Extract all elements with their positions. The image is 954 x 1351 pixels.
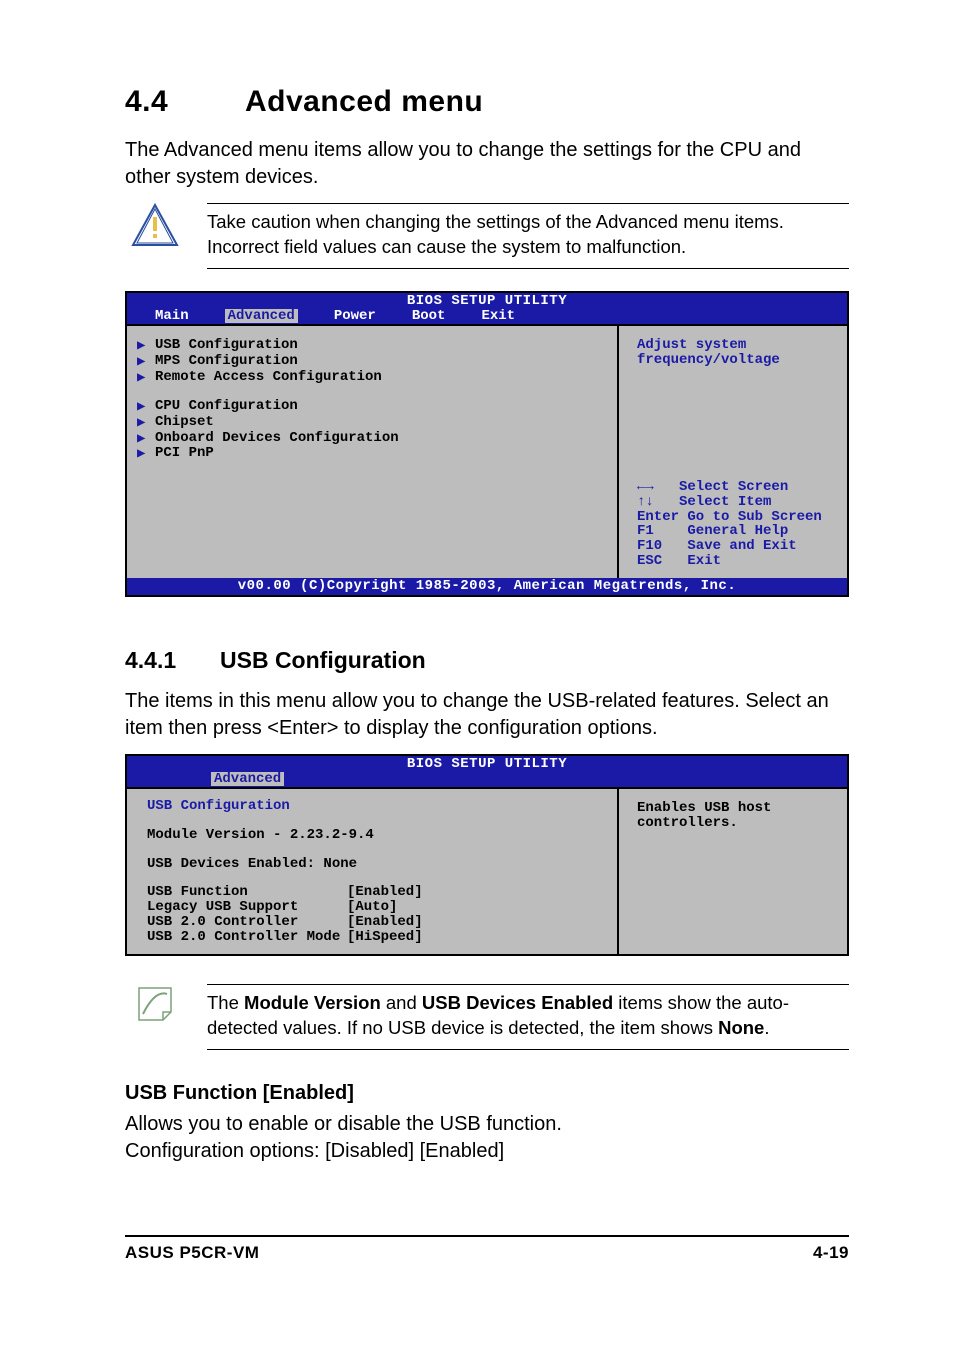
bios-help-pane: Adjust system frequency/voltage ←→ Selec… [617,324,847,578]
option-description: Allows you to enable or disable the USB … [125,1111,849,1138]
footer-page-number: 4-19 [813,1243,849,1263]
bios-setting-usb-function[interactable]: USB Function[Enabled] [147,885,607,900]
subsection-title: USB Configuration [220,647,426,673]
bios-help-text: Enables USB host controllers. [637,801,837,830]
bios-copyright: v00.00 (C)Copyright 1985-2003, American … [127,578,847,595]
footer-product: ASUS P5CR-VM [125,1243,259,1263]
key-enter: Enter Go to Sub Screen [637,510,837,525]
bios-settings-pane: USB Configuration Module Version - 2.23.… [127,787,617,954]
bios-tab-exit[interactable]: Exit [481,309,515,324]
subsection-intro: The items in this menu allow you to chan… [125,688,849,742]
bios-setting-usb20-controller-mode[interactable]: USB 2.0 Controller Mode[HiSpeed] [147,930,607,945]
submenu-arrow-icon: ▶ [137,371,145,386]
bios-setting-legacy-usb-support[interactable]: Legacy USB Support[Auto] [147,900,607,915]
bios-help-pane: Enables USB host controllers. [617,787,847,954]
bios-tab-main[interactable]: Main [155,309,189,324]
bios-usb-heading: USB Configuration [147,799,607,814]
key-f10: F10 Save and Exit [637,539,837,554]
submenu-arrow-icon: ▶ [137,432,145,447]
bios-item-onboard-devices-configuration[interactable]: ▶Onboard Devices Configuration [137,431,607,447]
bios-item-chipset[interactable]: ▶Chipset [137,415,607,431]
bios-tab-bar: Main Advanced Power Boot Exit [127,309,847,325]
submenu-arrow-icon: ▶ [137,416,145,431]
section-heading: 4.4Advanced menu [125,85,849,119]
bios-tab-bar: Advanced [127,772,847,788]
bios-tab-advanced[interactable]: Advanced [211,772,284,787]
intro-paragraph: The Advanced menu items allow you to cha… [125,137,849,191]
option-config-values: Configuration options: [Disabled] [Enabl… [125,1138,849,1165]
bios-item-pci-pnp[interactable]: ▶PCI PnP [137,446,607,462]
page-footer: ASUS P5CR-VM 4-19 [125,1235,849,1263]
bios-item-remote-access-configuration[interactable]: ▶Remote Access Configuration [137,370,607,386]
bios-item-cpu-configuration[interactable]: ▶CPU Configuration [137,399,607,415]
submenu-arrow-icon: ▶ [137,339,145,354]
key-select-item: ↑↓ Select Item [637,495,837,510]
bios-setting-usb20-controller[interactable]: USB 2.0 Controller[Enabled] [147,915,607,930]
bios-tab-advanced[interactable]: Advanced [225,309,298,324]
key-select-screen: ←→ Select Screen [637,480,837,495]
submenu-arrow-icon: ▶ [137,355,145,370]
bios-module-version: Module Version - 2.23.2-9.4 [147,828,607,843]
caution-callout: Take caution when changing the settings … [125,203,849,269]
option-heading-usb-function: USB Function [Enabled] [125,1082,849,1105]
subsection-heading: 4.4.1USB Configuration [125,647,849,674]
key-f1: F1 General Help [637,524,837,539]
note-icon [125,984,185,1024]
bios-item-usb-configuration[interactable]: ▶USB Configuration [137,338,607,354]
bios-usb-devices-enabled: USB Devices Enabled: None [147,857,607,872]
bios-help-text: Adjust system frequency/voltage [637,338,837,367]
bios-title: BIOS SETUP UTILITY [127,756,847,772]
bios-menu-list: ▶USB Configuration ▶MPS Configuration ▶R… [127,324,617,578]
note-text: The Module Version and USB Devices Enabl… [207,984,849,1050]
section-number: 4.4 [125,85,245,119]
section-title: Advanced menu [245,85,483,118]
bios-tab-boot[interactable]: Boot [412,309,446,324]
note-callout: The Module Version and USB Devices Enabl… [125,984,849,1050]
submenu-arrow-icon: ▶ [137,400,145,415]
bios-key-legend: ←→ Select Screen ↑↓ Select Item Enter Go… [637,480,837,568]
bios-tab-power[interactable]: Power [334,309,376,324]
key-esc: ESC Exit [637,554,837,569]
bios-advanced-menu: BIOS SETUP UTILITY Main Advanced Power Boot… [125,291,849,597]
subsection-number: 4.4.1 [125,647,220,674]
bios-item-mps-configuration[interactable]: ▶MPS Configuration [137,354,607,370]
caution-text: Take caution when changing the settings … [207,203,849,269]
bios-title: BIOS SETUP UTILITY [127,293,847,309]
bios-usb-configuration: BIOS SETUP UTILITY Advanced USB Configur… [125,754,849,956]
caution-icon [125,203,185,247]
page: 4.4Advanced menu The Advanced menu items… [0,0,954,1303]
submenu-arrow-icon: ▶ [137,447,145,462]
